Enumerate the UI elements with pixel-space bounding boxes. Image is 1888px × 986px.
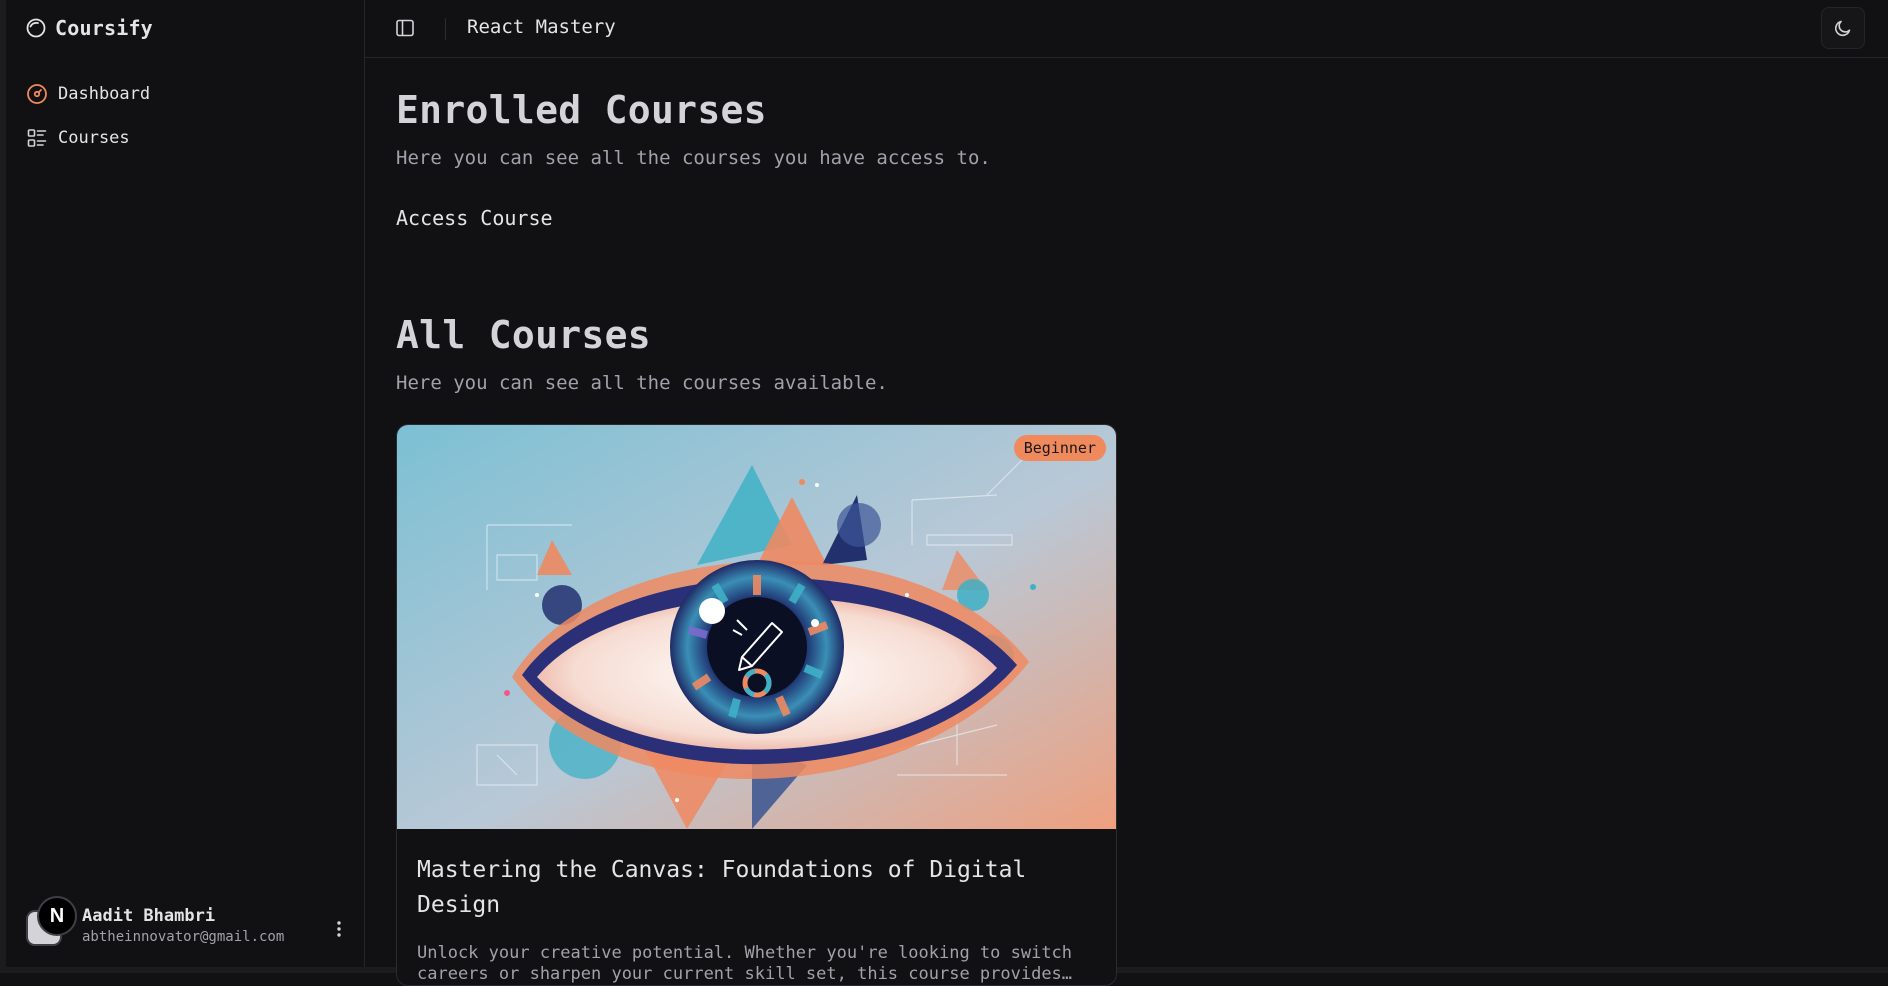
course-description: Unlock your creative potential. Whether … bbox=[417, 943, 1073, 984]
enrolled-description: Here you can see all the courses you hav… bbox=[396, 147, 991, 169]
level-badge: Beginner bbox=[1013, 435, 1106, 461]
sidebar-nav: Dashboard Courses bbox=[22, 72, 348, 160]
sidebar-item-label: Courses bbox=[58, 128, 130, 148]
logo-icon bbox=[26, 18, 46, 38]
list-icon bbox=[27, 129, 47, 147]
course-cover-image bbox=[397, 425, 1116, 829]
sidebar-item-label: Dashboard bbox=[58, 84, 151, 104]
all-courses-description: Here you can see all the courses availab… bbox=[396, 372, 888, 394]
app-name: Coursify bbox=[55, 16, 153, 40]
gauge-icon bbox=[27, 84, 47, 104]
all-courses-heading: All Courses bbox=[396, 313, 651, 357]
header-divider bbox=[445, 18, 446, 40]
course-title: Mastering the Canvas: Foundations of Dig… bbox=[417, 857, 1027, 918]
top-bar: React Mastery bbox=[365, 0, 1888, 58]
more-vertical-icon[interactable] bbox=[330, 918, 348, 940]
sidebar: Coursify Dashboard Courses N Aadit Bhamb… bbox=[6, 0, 365, 967]
access-course-link[interactable]: Access Course bbox=[396, 206, 553, 230]
moon-icon bbox=[1835, 20, 1851, 37]
page-title: React Mastery bbox=[467, 16, 616, 38]
user-email: abtheinnovator@gmail.com bbox=[82, 929, 285, 945]
avatar: N bbox=[37, 896, 77, 936]
user-name: Aadit Bhambri bbox=[82, 906, 216, 926]
brand[interactable]: Coursify bbox=[26, 16, 153, 40]
user-profile[interactable]: N Aadit Bhambri abtheinnovator@gmail.com bbox=[26, 892, 354, 952]
course-card[interactable]: Beginner Mastering the Canvas: Foundatio… bbox=[396, 424, 1117, 986]
sidebar-item-courses[interactable]: Courses bbox=[22, 116, 348, 160]
theme-toggle-button[interactable] bbox=[1821, 7, 1865, 49]
sidebar-toggle-icon[interactable] bbox=[395, 18, 415, 38]
enrolled-heading: Enrolled Courses bbox=[396, 88, 767, 132]
sidebar-item-dashboard[interactable]: Dashboard bbox=[22, 72, 348, 116]
main-content: Enrolled Courses Here you can see all th… bbox=[365, 58, 1888, 986]
